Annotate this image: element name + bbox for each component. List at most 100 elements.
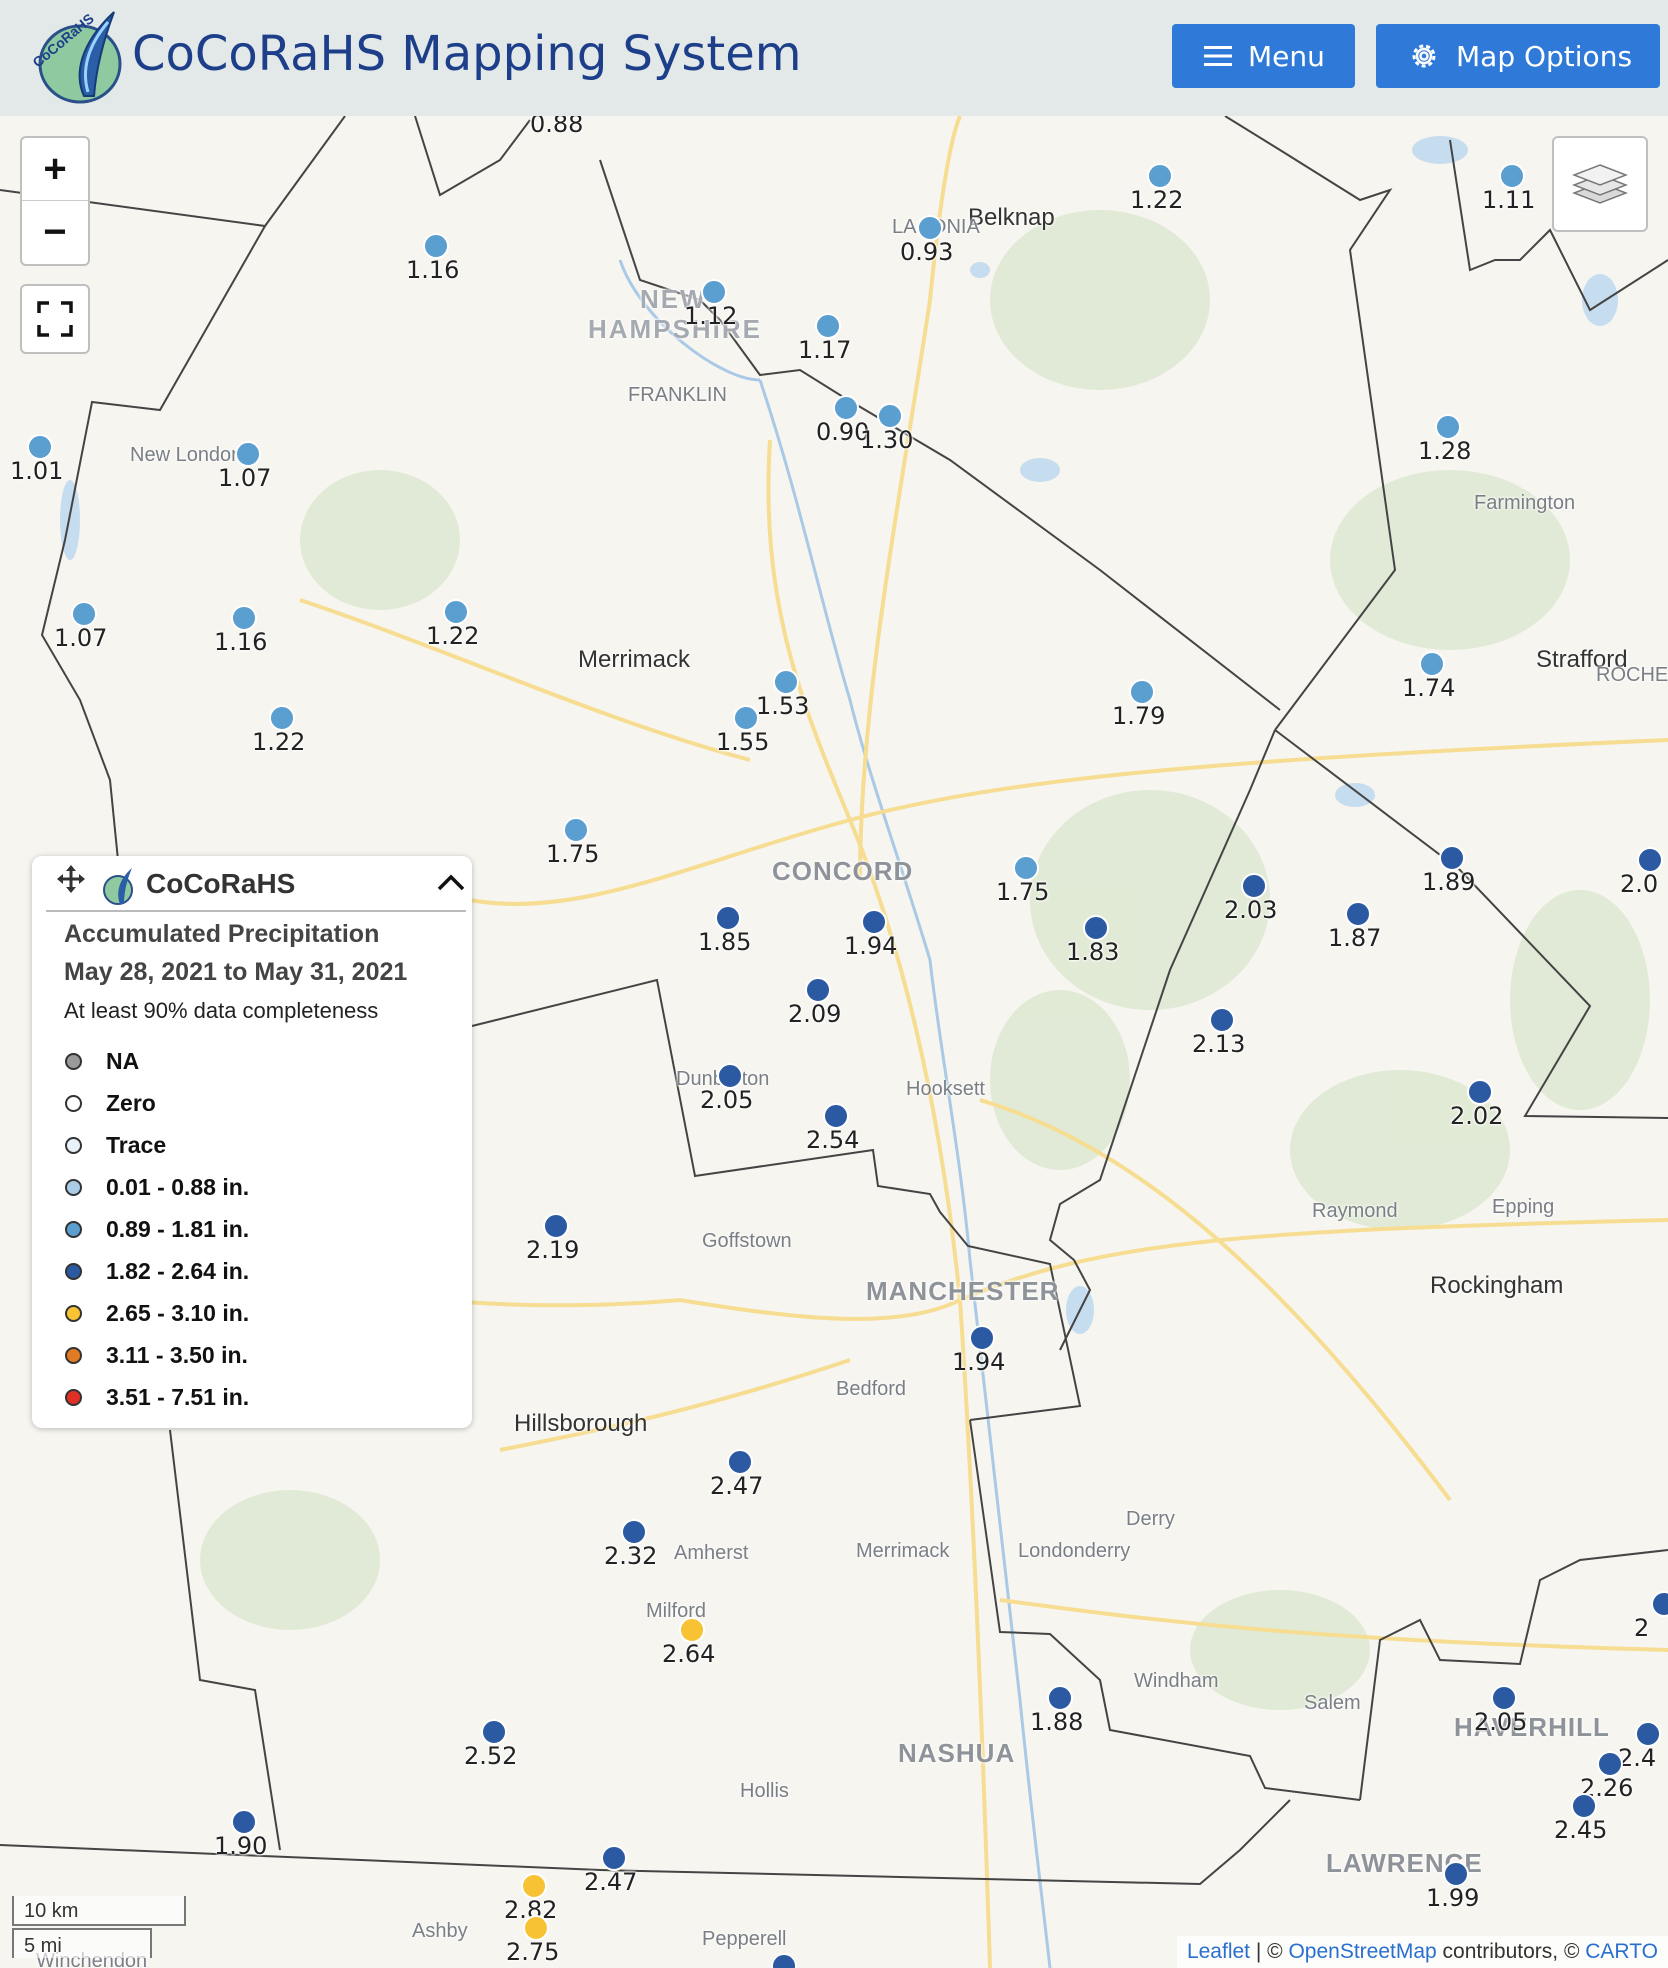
station-marker[interactable] [1439, 845, 1465, 871]
legend-item-label: 1.82 - 2.64 in. [106, 1257, 250, 1284]
station-marker[interactable] [1637, 847, 1663, 873]
station-marker[interactable] [563, 817, 589, 843]
station-marker[interactable] [815, 313, 841, 339]
station-marker[interactable] [969, 1325, 995, 1351]
legend-swatch [65, 1304, 82, 1322]
station-marker[interactable] [1013, 855, 1039, 881]
legend-item-label: Trace [106, 1131, 167, 1158]
station-marker[interactable] [621, 1519, 647, 1545]
station-marker[interactable] [861, 909, 887, 935]
scale-km: 10 km [12, 1896, 186, 1926]
legend-item: 1.82 - 2.64 in. [64, 1250, 249, 1292]
station-marker[interactable] [269, 705, 295, 731]
station-marker[interactable] [443, 599, 469, 625]
station-marker[interactable] [717, 1063, 743, 1089]
station-marker[interactable] [601, 1845, 627, 1871]
station-marker[interactable] [917, 215, 943, 241]
legend-swatch [65, 1178, 82, 1196]
station-marker[interactable] [521, 1873, 547, 1899]
station-marker[interactable] [727, 1449, 753, 1475]
legend-swatch [65, 1220, 82, 1238]
station-marker[interactable] [235, 441, 261, 467]
station-marker[interactable] [823, 1103, 849, 1129]
legend-completeness: At least 90% data completeness [64, 998, 379, 1023]
layers-button[interactable] [1552, 136, 1648, 232]
attribution-text: contributors, © [1436, 1940, 1586, 1963]
station-marker[interactable] [1209, 1007, 1235, 1033]
legend-swatch [65, 1262, 82, 1280]
legend-swatch [65, 1094, 82, 1112]
osm-link[interactable]: OpenStreetMap [1288, 1940, 1436, 1963]
hamburger-icon [1204, 44, 1232, 68]
station-marker[interactable] [423, 233, 449, 259]
station-marker[interactable] [1435, 414, 1461, 440]
legend-logo-icon [98, 866, 138, 911]
fullscreen-icon [37, 301, 73, 337]
legend-item: Trace [64, 1124, 249, 1166]
station-marker[interactable] [1147, 163, 1173, 189]
attribution-sep: | © [1250, 1940, 1289, 1963]
station-marker[interactable] [701, 279, 727, 305]
station-marker[interactable] [1129, 679, 1155, 705]
station-marker[interactable] [1467, 1079, 1493, 1105]
legend-item: Zero [64, 1082, 249, 1124]
station-marker[interactable] [679, 1617, 705, 1643]
station-marker[interactable] [1241, 873, 1267, 899]
station-marker[interactable] [231, 605, 257, 631]
legend-item-label: 3.51 - 7.51 in. [106, 1383, 250, 1410]
station-marker[interactable] [733, 705, 759, 731]
layers-icon [1572, 164, 1628, 204]
station-marker[interactable] [1635, 1721, 1661, 1747]
station-marker[interactable] [877, 403, 903, 429]
legend-swatch [65, 1052, 82, 1070]
app-header: CoCoRaHS CoCoRaHS Mapping System Menu Ma… [0, 0, 1668, 116]
legend-item-label: 2.65 - 3.10 in. [106, 1299, 250, 1326]
chevron-up-icon[interactable] [434, 866, 468, 905]
legend-swatch [65, 1346, 82, 1364]
legend-panel: CoCoRaHS Accumulated Precipitation May 2… [32, 856, 472, 1428]
station-marker[interactable] [27, 434, 53, 460]
carto-link[interactable]: CARTO [1585, 1940, 1658, 1963]
move-icon[interactable] [56, 864, 86, 899]
station-marker[interactable] [481, 1719, 507, 1745]
map-options-label: Map Options [1456, 39, 1633, 73]
station-marker[interactable] [523, 1915, 549, 1941]
station-marker[interactable] [231, 1809, 257, 1835]
legend-header: CoCoRaHS [46, 856, 466, 912]
menu-label: Menu [1248, 39, 1325, 73]
map-options-button[interactable]: Map Options [1376, 24, 1660, 88]
station-marker[interactable] [1499, 163, 1525, 189]
station-marker[interactable] [1443, 1861, 1469, 1887]
legend-items: NA Zero Trace 0.01 - 0.88 in. 0.89 - 1.8… [64, 1040, 249, 1418]
legend-item-label: 0.01 - 0.88 in. [106, 1173, 250, 1200]
station-marker[interactable] [71, 601, 97, 627]
station-marker[interactable] [1047, 1685, 1073, 1711]
station-marker[interactable] [1597, 1751, 1623, 1777]
attribution: Leaflet | © OpenStreetMap contributors, … [1176, 1936, 1668, 1968]
station-marker[interactable] [1419, 651, 1445, 677]
station-marker[interactable] [1083, 915, 1109, 941]
station-marker[interactable] [715, 905, 741, 931]
leaflet-link[interactable]: Leaflet [1187, 1940, 1250, 1963]
station-marker[interactable] [543, 1213, 569, 1239]
legend-item: 0.01 - 0.88 in. [64, 1166, 249, 1208]
legend-item: 3.51 - 7.51 in. [64, 1376, 249, 1418]
station-marker[interactable] [1345, 901, 1371, 927]
legend-item-label: 3.11 - 3.50 in. [106, 1341, 248, 1368]
app-title: CoCoRaHS Mapping System [132, 26, 802, 82]
zoom-in-button[interactable]: + [22, 138, 88, 201]
station-marker[interactable] [833, 395, 859, 421]
fullscreen-button[interactable] [20, 284, 90, 354]
legend-item-label: Zero [106, 1089, 156, 1116]
legend-item-label: NA [106, 1047, 140, 1074]
station-marker[interactable] [1571, 1793, 1597, 1819]
station-marker[interactable] [773, 669, 799, 695]
station-marker[interactable] [805, 977, 831, 1003]
menu-button[interactable]: Menu [1172, 24, 1355, 88]
station-marker[interactable] [1491, 1685, 1517, 1711]
gear-icon [1408, 40, 1440, 72]
scale-mi: 5 mi [12, 1928, 152, 1958]
legend-item: 0.89 - 1.81 in. [64, 1208, 249, 1250]
zoom-out-button[interactable]: − [22, 201, 88, 263]
zoom-control: + − [20, 136, 90, 266]
